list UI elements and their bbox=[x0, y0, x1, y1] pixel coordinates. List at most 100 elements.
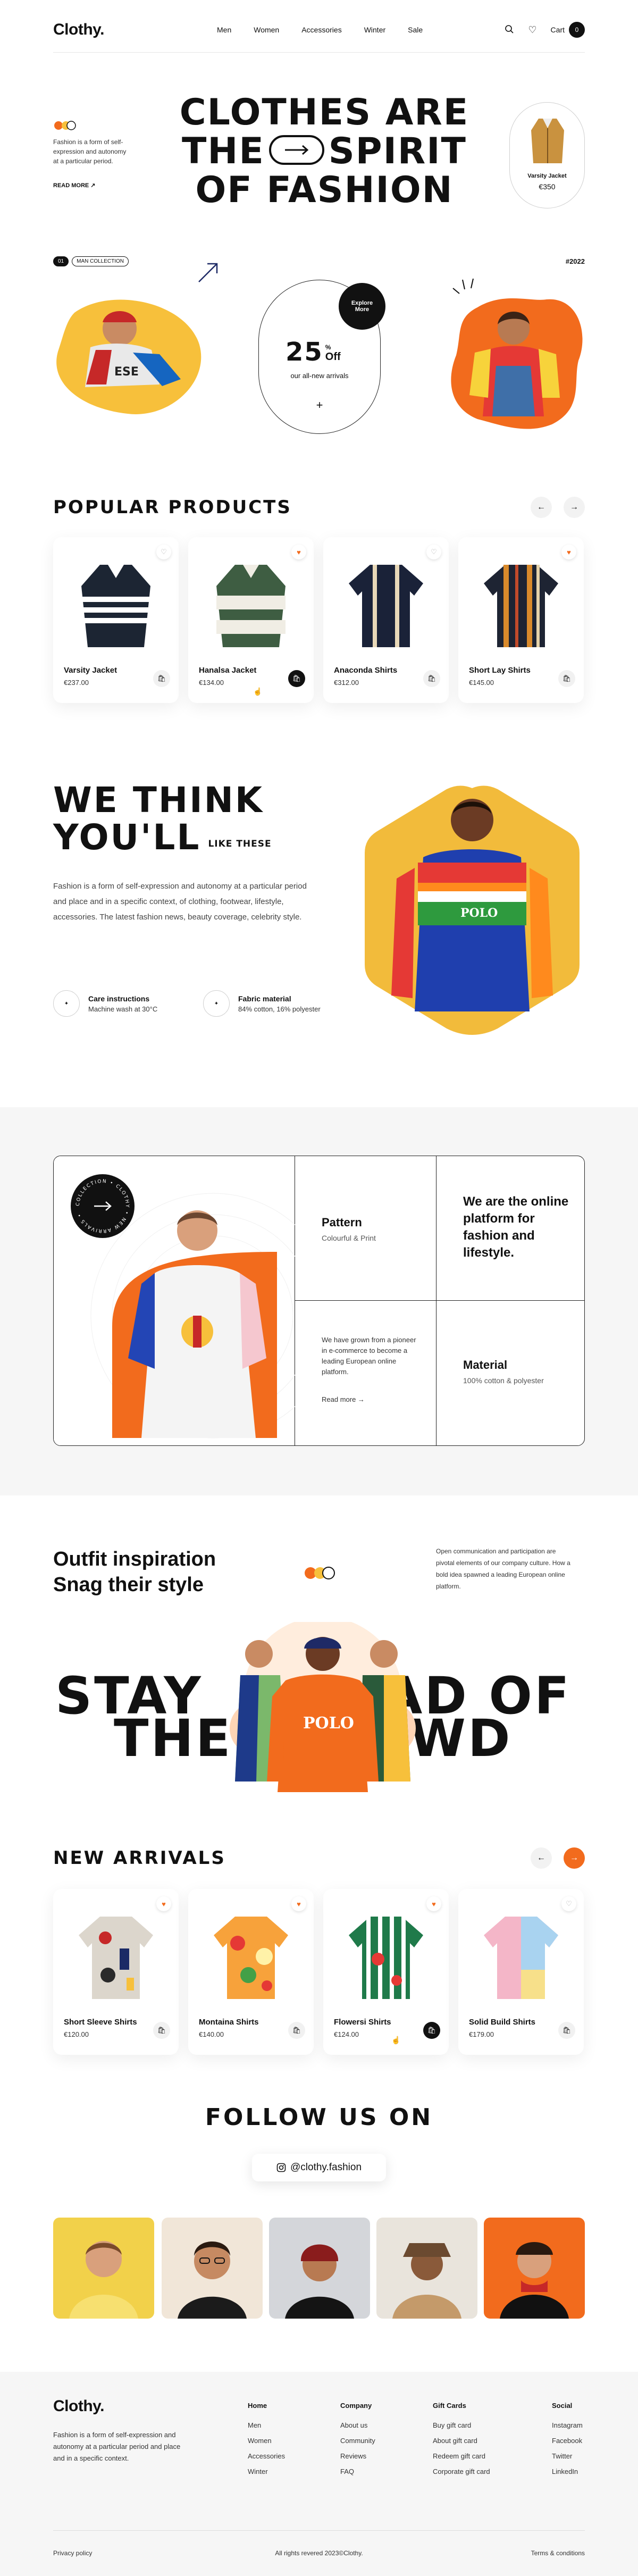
footer-link[interactable]: Accessories bbox=[248, 2452, 285, 2460]
product-price: €312.00 bbox=[334, 679, 359, 687]
wishlist-heart-icon[interactable]: ♡ bbox=[156, 545, 171, 559]
group-models-image: POLO bbox=[230, 1622, 416, 1792]
product-card[interactable]: ♡ Solid Build Shirts €179.00 🛍 bbox=[458, 1889, 584, 2055]
promo-off: Off bbox=[325, 351, 341, 363]
footer-link[interactable]: Men bbox=[248, 2421, 285, 2429]
grid-read-more-link[interactable]: Read more → bbox=[322, 1395, 365, 1403]
footer-col-title: Social bbox=[552, 2402, 573, 2410]
cursor-icon: ☝ bbox=[391, 2036, 401, 2044]
stay-ahead-line-2b: WD bbox=[409, 1709, 513, 1768]
outfit-toggle-dots[interactable] bbox=[303, 1566, 337, 1583]
add-to-cart-bag-icon[interactable]: 🛍 bbox=[558, 670, 575, 687]
grid-platform-cell: We are the online platform for fashion a… bbox=[436, 1156, 584, 1301]
popular-products-title: POPULAR PRODUCTS bbox=[53, 497, 292, 518]
hero-blurb: Fashion is a form of self-expression and… bbox=[53, 138, 127, 165]
nav-link-sale[interactable]: Sale bbox=[408, 26, 423, 34]
product-card[interactable]: ♥ Short Lay Shirts €145.00 🛍 bbox=[458, 537, 584, 703]
outfit-title-line-2: Snag their style bbox=[53, 1574, 204, 1596]
product-name: Varsity Jacket bbox=[64, 666, 117, 675]
terms-link[interactable]: Terms & conditions bbox=[531, 2549, 585, 2557]
wishlist-heart-icon[interactable]: ♡ bbox=[426, 545, 441, 559]
arrow-left-icon: ← bbox=[537, 1853, 545, 1862]
footer-logo[interactable]: Clothy. bbox=[53, 2397, 104, 2415]
product-image-montaina-shirts bbox=[214, 1917, 288, 1999]
arrivals-prev-button[interactable]: ← bbox=[531, 1847, 552, 1869]
rotating-badge-button[interactable]: COLLECTION • CLOTHY • NEW ARRIVALS • bbox=[71, 1174, 135, 1238]
footer-link[interactable]: Community bbox=[340, 2437, 375, 2445]
footer-link[interactable]: About us bbox=[340, 2421, 375, 2429]
instagram-handle-button[interactable]: @clothy.fashion bbox=[252, 2154, 386, 2181]
footer-link[interactable]: About gift card bbox=[433, 2437, 490, 2445]
wishlist-heart-icon[interactable]: ♥ bbox=[426, 1896, 441, 1911]
featured-product-card[interactable]: Varsity Jacket €350 bbox=[509, 102, 585, 208]
cart-button[interactable]: Cart 0 bbox=[551, 22, 585, 38]
hero-toggle-dots[interactable] bbox=[53, 120, 77, 133]
popular-prev-button[interactable]: ← bbox=[531, 497, 552, 518]
heart-icon[interactable]: ♡ bbox=[528, 24, 536, 36]
think-title-line-1: WE THINK bbox=[53, 780, 264, 821]
popular-next-button[interactable]: → bbox=[564, 497, 585, 518]
promo-card[interactable]: Explore More 25 % Off our all-new arriva… bbox=[258, 280, 385, 434]
feature-fabric-title: Fabric material bbox=[238, 994, 291, 1003]
arrow-right-icon: → bbox=[570, 503, 578, 512]
footer-divider bbox=[53, 2530, 585, 2531]
pattern-title: Pattern bbox=[322, 1216, 362, 1229]
hero-title-line-2a: THE bbox=[182, 130, 265, 172]
instagram-photo[interactable] bbox=[269, 2218, 370, 2319]
product-card[interactable]: ♥ Flowersi Shirts €124.00 🛍 bbox=[323, 1889, 449, 2055]
product-card[interactable]: ♥ Short Sleeve Shirts €120.00 🛍 bbox=[53, 1889, 179, 2055]
wishlist-heart-icon[interactable]: ♡ bbox=[561, 1896, 576, 1911]
footer-link[interactable]: Redeem gift card bbox=[433, 2452, 490, 2460]
add-to-cart-bag-icon[interactable]: 🛍 bbox=[423, 670, 440, 687]
arrivals-next-button[interactable]: → bbox=[564, 1847, 585, 1869]
instagram-photo[interactable] bbox=[162, 2218, 263, 2319]
footer-link[interactable]: Facebook bbox=[552, 2437, 583, 2445]
footer-link[interactable]: Instagram bbox=[552, 2421, 583, 2429]
explore-more-button[interactable]: Explore More bbox=[339, 283, 385, 330]
wishlist-heart-icon[interactable]: ♥ bbox=[291, 545, 306, 559]
instagram-photo[interactable] bbox=[376, 2218, 477, 2319]
year-label: #2022 bbox=[565, 257, 585, 265]
instagram-photo[interactable] bbox=[53, 2218, 154, 2319]
promo-percent: % bbox=[325, 344, 331, 351]
add-to-cart-bag-icon[interactable]: 🛍 bbox=[423, 2022, 440, 2039]
nav-link-accessories[interactable]: Accessories bbox=[301, 26, 341, 34]
add-to-cart-bag-icon[interactable]: 🛍 bbox=[153, 2022, 170, 2039]
wishlist-heart-icon[interactable]: ♥ bbox=[156, 1896, 171, 1911]
logo[interactable]: Clothy. bbox=[53, 21, 104, 39]
add-to-cart-bag-icon[interactable]: 🛍 bbox=[153, 670, 170, 687]
add-to-cart-bag-icon[interactable]: 🛍 bbox=[288, 670, 305, 687]
promo-plus-icon[interactable]: + bbox=[259, 398, 380, 412]
add-to-cart-bag-icon[interactable]: 🛍 bbox=[288, 2022, 305, 2039]
product-card[interactable]: ♡ Anaconda Shirts €312.00 🛍 bbox=[323, 537, 449, 703]
add-to-cart-bag-icon[interactable]: 🛍 bbox=[558, 2022, 575, 2039]
footer-link[interactable]: Corporate gift card bbox=[433, 2468, 490, 2475]
product-card[interactable]: ♥ Montaina Shirts €140.00 🛍 bbox=[188, 1889, 314, 2055]
instagram-photo[interactable] bbox=[484, 2218, 585, 2319]
collection-chip[interactable]: MAN COLLECTION bbox=[72, 256, 129, 266]
footer-link[interactable]: Buy gift card bbox=[433, 2421, 490, 2429]
footer-link[interactable]: Women bbox=[248, 2437, 285, 2445]
hero-read-more-link[interactable]: READ MORE ↗ bbox=[53, 182, 96, 189]
product-card[interactable]: ♡ Varsity Jacket €237.00 🛍 bbox=[53, 537, 179, 703]
diagonal-arrow-icon bbox=[198, 263, 218, 282]
product-card[interactable]: ♥ Hanalsa Jacket €134.00 🛍 bbox=[188, 537, 314, 703]
footer-link[interactable]: Reviews bbox=[340, 2452, 375, 2460]
product-price: €124.00 bbox=[334, 2030, 359, 2038]
nav-link-winter[interactable]: Winter bbox=[364, 26, 385, 34]
feature-grid: COLLECTION • CLOTHY • NEW ARRIVALS • Pat… bbox=[53, 1156, 585, 1446]
nav-link-men[interactable]: Men bbox=[217, 26, 231, 34]
photo-image bbox=[69, 2241, 138, 2319]
wishlist-heart-icon[interactable]: ♥ bbox=[561, 545, 576, 559]
footer-col-home: Home Men Women Accessories Winter bbox=[248, 2402, 285, 2483]
hero-arrow-button[interactable] bbox=[268, 135, 324, 165]
footer-link[interactable]: LinkedIn bbox=[552, 2468, 583, 2475]
hero-title-line-1: CLOTHES ARE bbox=[179, 91, 469, 133]
footer-link[interactable]: FAQ bbox=[340, 2468, 375, 2475]
wishlist-heart-icon[interactable]: ♥ bbox=[291, 1896, 306, 1911]
footer-link[interactable]: Twitter bbox=[552, 2452, 583, 2460]
footer-link[interactable]: Winter bbox=[248, 2468, 285, 2475]
product-image-anaconda-shirts bbox=[349, 565, 423, 647]
nav-link-women[interactable]: Women bbox=[254, 26, 279, 34]
search-icon[interactable] bbox=[505, 24, 514, 36]
